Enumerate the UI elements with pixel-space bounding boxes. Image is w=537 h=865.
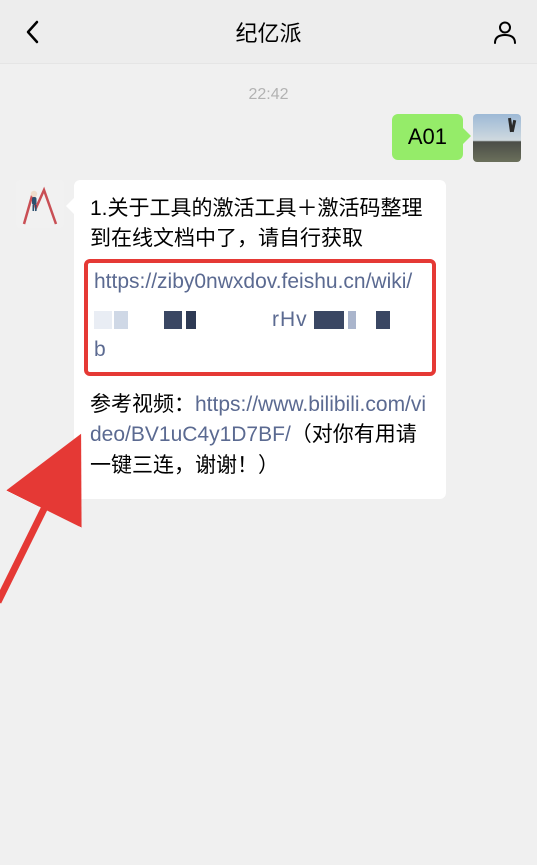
- visible-fragment-rhv: rHv: [272, 305, 308, 335]
- highlighted-link-box: https://ziby0nwxdov.feishu.cn/wiki/ rHv …: [84, 259, 436, 376]
- highlighted-url[interactable]: https://ziby0nwxdov.feishu.cn/wiki/: [94, 270, 412, 293]
- chevron-left-icon: [25, 20, 39, 44]
- outgoing-message-row: A01: [16, 114, 521, 162]
- chat-title: 纪亿派: [235, 16, 301, 48]
- contact-profile-button[interactable]: [489, 16, 521, 48]
- person-icon: [492, 19, 518, 45]
- incoming-message-row: 1.关于工具的激活工具＋激活码整理到在线文档中了，请自行获取 https://z…: [16, 180, 521, 499]
- contact-avatar[interactable]: [16, 180, 64, 228]
- visible-fragment-b: b: [94, 338, 107, 361]
- my-avatar[interactable]: [473, 114, 521, 162]
- outgoing-message-text: A01: [408, 124, 447, 149]
- chat-header: 纪亿派: [0, 0, 537, 64]
- back-button[interactable]: [16, 16, 48, 48]
- redacted-text-row-1: rHv: [94, 307, 426, 333]
- reference-label: 参考视频：: [90, 393, 195, 416]
- incoming-message-bubble[interactable]: 1.关于工具的激活工具＋激活码整理到在线文档中了，请自行获取 https://z…: [74, 180, 446, 499]
- incoming-message-line1: 1.关于工具的激活工具＋激活码整理到在线文档中了，请自行获取: [90, 197, 423, 250]
- message-timestamp: 22:42: [16, 86, 521, 104]
- outgoing-message-bubble[interactable]: A01: [392, 114, 463, 160]
- chat-area: 22:42 A01 1.关于工具的激活工具＋激活码整理到在线文档中了，请自行获取…: [0, 86, 537, 499]
